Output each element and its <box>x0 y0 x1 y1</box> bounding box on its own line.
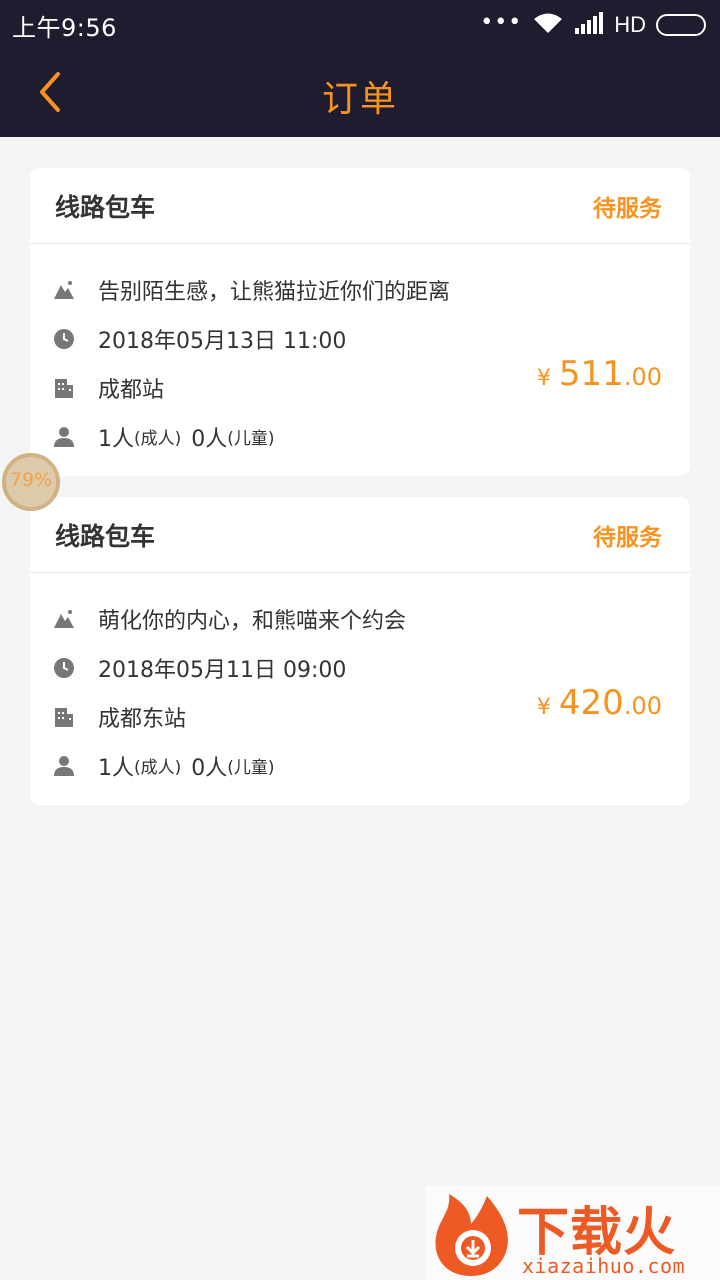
status-icons: ••• HD <box>480 9 706 39</box>
station-name: 成都站 <box>98 377 165 403</box>
order-datetime: 2018年05月13日 11:00 <box>98 328 347 354</box>
adult-label: (成人) <box>134 758 182 778</box>
child-label: (儿童) <box>227 429 275 449</box>
price-decimal: .00 <box>623 692 662 720</box>
order-price: ¥ 511 .00 <box>537 354 662 394</box>
badge-percent: 79% <box>9 469 53 491</box>
wifi-icon <box>532 11 564 39</box>
watermark-logo: 下载火 xiazaihuo.com <box>425 1186 720 1280</box>
route-row: 萌化你的内心，和熊喵来个约会 <box>30 594 690 643</box>
status-bar: 上午9:56 ••• HD <box>0 0 720 50</box>
more-notifications-icon: ••• <box>480 9 523 35</box>
adult-count: 1人 <box>98 755 134 781</box>
person-icon <box>53 426 75 448</box>
route-row: 告别陌生感，让熊猫拉近你们的距离 <box>30 265 690 314</box>
app-header: 订单 <box>0 50 720 137</box>
watermark-url: xiazaihuo.com <box>522 1254 686 1278</box>
adult-count: 1人 <box>98 426 134 452</box>
child-label: (儿童) <box>227 758 275 778</box>
order-card-body: 萌化你的内心，和熊喵来个约会 2018年05月11日 09:00 成都东站 1人… <box>30 573 690 805</box>
battery-icon <box>656 14 706 36</box>
order-type: 线路包车 <box>55 521 156 551</box>
clock-icon <box>53 657 75 679</box>
flame-logo-icon <box>435 1194 508 1276</box>
order-status-badge: 待服务 <box>593 524 662 551</box>
route-name: 告别陌生感，让熊猫拉近你们的距离 <box>98 279 451 305</box>
page-title: 订单 <box>321 79 398 120</box>
floating-speed-badge[interactable]: 79% <box>2 453 60 511</box>
person-icon <box>53 755 75 777</box>
clock-icon <box>53 328 75 350</box>
network-type-label: HD <box>614 12 646 37</box>
building-icon <box>53 377 75 399</box>
station-name: 成都东站 <box>98 706 187 732</box>
order-card-body: 告别陌生感，让熊猫拉近你们的距离 2018年05月13日 11:00 成都站 1… <box>30 244 690 476</box>
signal-icon <box>574 12 604 38</box>
building-icon <box>53 706 75 728</box>
price-decimal: .00 <box>623 363 662 391</box>
order-card[interactable]: 线路包车 待服务 告别陌生感，让熊猫拉近你们的距离 2018年05月13日 11… <box>30 168 690 476</box>
order-status-badge: 待服务 <box>593 195 662 222</box>
price-integer: 511 <box>558 354 624 394</box>
order-card[interactable]: 线路包车 待服务 萌化你的内心，和熊喵来个约会 2018年05月11日 09:0… <box>30 497 690 805</box>
currency-symbol: ¥ <box>536 366 551 391</box>
child-count: 0人 <box>191 755 228 781</box>
status-time: 上午9:56 <box>12 13 117 42</box>
order-type: 线路包车 <box>55 192 156 222</box>
route-name: 萌化你的内心，和熊喵来个约会 <box>98 608 407 634</box>
passengers-row: 1人 (成人) 0人 (儿童) <box>30 741 690 790</box>
order-card-header: 线路包车 待服务 <box>30 497 690 573</box>
price-integer: 420 <box>558 683 624 723</box>
mountain-icon <box>53 279 75 301</box>
order-price: ¥ 420 .00 <box>537 683 662 723</box>
child-count: 0人 <box>191 426 228 452</box>
order-datetime: 2018年05月11日 09:00 <box>98 657 347 683</box>
currency-symbol: ¥ <box>536 695 551 720</box>
mountain-icon <box>53 608 75 630</box>
passengers-row: 1人 (成人) 0人 (儿童) <box>30 412 690 461</box>
order-card-header: 线路包车 待服务 <box>30 168 690 244</box>
adult-label: (成人) <box>134 429 182 449</box>
